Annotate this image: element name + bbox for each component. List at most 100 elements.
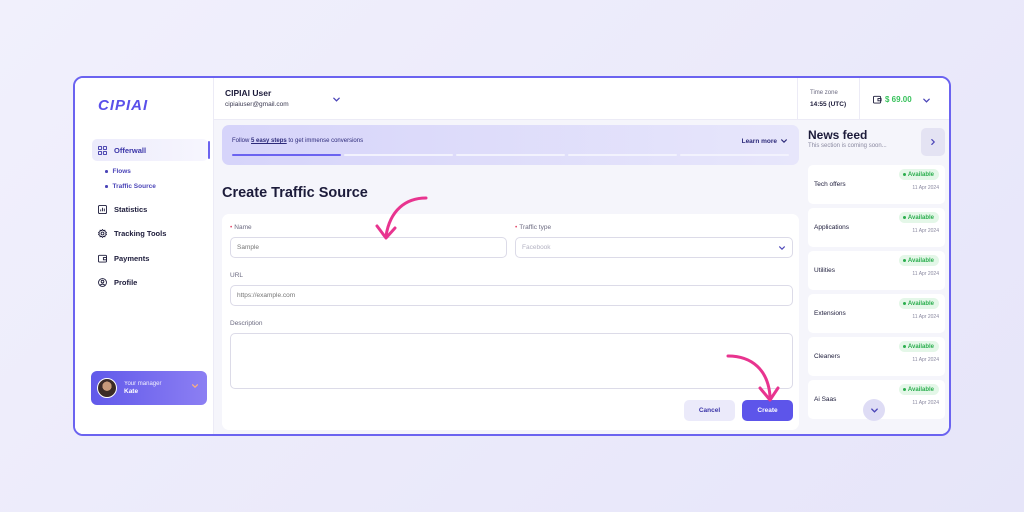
gear-icon [98,228,107,238]
news-item-name: Tech offers [814,181,846,188]
sidebar-item-label: Tracking Tools [114,228,167,238]
manager-name: Kate [124,388,139,395]
status-badge: Available [898,341,939,352]
manager-card[interactable]: Your manager Kate [91,371,207,405]
news-item-date: 11 Apr 2024 [912,185,939,191]
app-window: CIPIAI Offerwall Flows Traffic Source St… [73,76,951,436]
chevron-down-icon [781,139,787,143]
sidebar-item-label: Offerwall [114,145,147,155]
required-marker: • [230,224,233,231]
create-button[interactable]: Create [742,400,793,421]
banner-steps-link[interactable]: 5 easy steps [251,138,287,144]
traffic-type-value: Facebook [522,244,551,251]
sidebar-subitem-flows[interactable]: Flows [105,168,131,175]
manager-title: Your manager [124,381,162,387]
avatar [97,378,117,398]
status-dot [902,302,906,305]
learn-more-button[interactable]: Learn more [742,137,788,145]
chevron-down-icon [192,384,198,389]
traffic-type-label-text: Traffic type [519,224,552,231]
news-feed-title: News feed [808,128,868,142]
banner-text: Follow 5 easy steps to get immense conve… [232,138,363,144]
status-badge: Available [898,384,939,395]
steps-progress [232,154,789,157]
news-item-date: 11 Apr 2024 [912,314,939,320]
news-item-date: 11 Apr 2024 [912,271,939,277]
chevron-down-icon[interactable] [922,96,931,105]
status-badge-text: Available [907,257,934,264]
status-badge: Available [898,212,939,223]
name-label: • Name [230,224,252,231]
page-title: Create Traffic Source [222,185,368,201]
timezone-value: 14:55 (UTC) [810,101,847,108]
sidebar-item-statistics[interactable]: Statistics [92,198,208,220]
chevron-right-icon [931,139,936,145]
news-item[interactable]: Applications Available 11 Apr 2024 [808,208,945,247]
news-item-name: Utilities [814,267,835,274]
news-item-date: 11 Apr 2024 [912,400,939,406]
create-traffic-source-form: •Name •Traffic type Facebook URL Descrip… [222,214,799,430]
status-dot [902,173,906,176]
url-label: URL [230,272,244,279]
user-email: cipiaiuser@gmail.com [225,101,289,108]
status-dot [902,259,906,262]
status-badge: Available [898,169,939,180]
status-badge-text: Available [907,214,934,221]
news-item-name: Extensions [814,310,846,317]
status-badge-text: Available [907,171,934,178]
banner-suffix: to get immense conversions [286,138,364,144]
news-item-date: 11 Apr 2024 [912,228,939,234]
status-badge-text: Available [907,386,934,393]
news-item[interactable]: Utilities Available 11 Apr 2024 [808,251,945,290]
progress-step [344,154,453,156]
description-textarea[interactable] [230,333,793,389]
news-item-name: Cleaners [814,353,841,360]
wallet-icon [98,254,107,263]
balance-display[interactable]: $ 69.00 [873,95,912,104]
description-label: Description [230,320,263,327]
progress-step [568,154,677,156]
chevron-down-icon[interactable] [332,95,341,104]
news-item[interactable]: Tech offers Available 11 Apr 2024 [808,165,945,204]
news-item[interactable]: Extensions Available 11 Apr 2024 [808,294,945,333]
onboarding-banner: Follow 5 easy steps to get immense conve… [222,125,799,165]
status-dot [902,216,906,219]
learn-more-label: Learn more [741,137,777,145]
main-content: Follow 5 easy steps to get immense conve… [214,120,805,434]
sidebar-item-tracking-tools[interactable]: Tracking Tools [92,222,208,244]
chevron-down-icon [870,407,878,413]
divider [859,78,860,120]
banner-prefix: Follow [232,138,252,144]
news-item-date: 11 Apr 2024 [912,357,939,363]
status-badge-text: Available [907,343,934,350]
progress-step [232,154,341,156]
top-header: CIPIAI User cipiaiuser@gmail.com Time zo… [214,78,949,120]
timezone-label: Time zone [810,90,838,96]
news-feed-subtitle: This section is coming soon... [808,143,887,149]
status-badge: Available [898,255,939,266]
status-dot [902,388,906,391]
news-item-name: Ai Saas [814,396,837,403]
chart-icon [98,204,107,214]
sidebar-subitem-traffic-source[interactable]: Traffic Source [105,183,156,190]
sidebar-item-label: Statistics [114,204,148,214]
required-marker: • [515,224,518,231]
grid-icon [98,145,107,155]
news-item[interactable]: Cleaners Available 11 Apr 2024 [808,337,945,376]
sidebar-item-label: Profile [114,277,138,287]
news-item-name: Applications [814,224,850,231]
url-input[interactable] [230,285,793,306]
sidebar-item-payments[interactable]: Payments [92,247,208,269]
user-circle-icon [98,277,107,287]
traffic-type-label: • Traffic type [515,224,551,231]
sidebar-item-profile[interactable]: Profile [92,271,208,293]
scroll-down-button[interactable] [863,399,885,421]
traffic-type-select[interactable]: Facebook [515,237,793,258]
status-dot [902,345,906,348]
sidebar-subitem-label: Traffic Source [112,183,156,190]
status-badge: Available [898,298,939,309]
sidebar-item-offerwall[interactable]: Offerwall [92,139,210,161]
cancel-button[interactable]: Cancel [684,400,735,421]
news-next-button[interactable] [921,128,945,156]
name-input[interactable] [230,237,507,258]
